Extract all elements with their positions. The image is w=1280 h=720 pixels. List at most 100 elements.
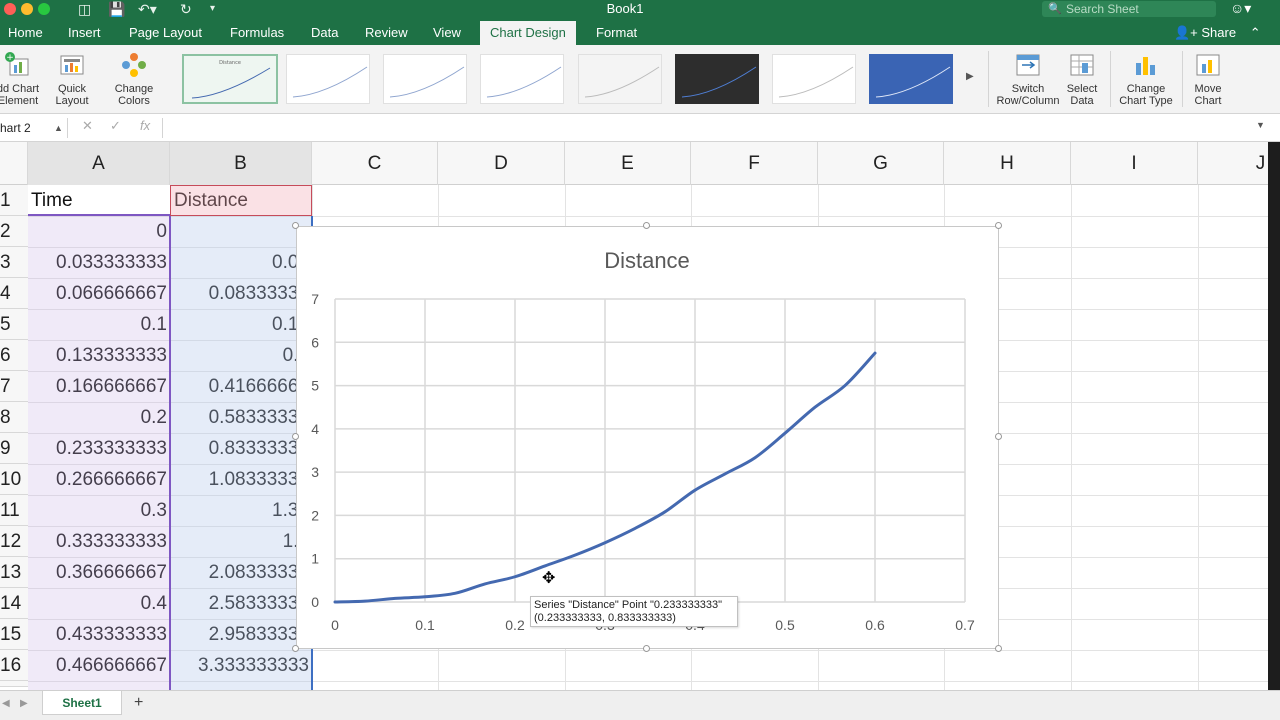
change-chart-type-button[interactable]: Change Chart Type: [1116, 51, 1176, 107]
select-data-icon: [1068, 51, 1096, 79]
confirm-entry-icon[interactable]: ✓: [110, 118, 121, 134]
formula-input[interactable]: [170, 118, 1250, 138]
collapse-ribbon-icon[interactable]: ⌃: [1250, 25, 1261, 40]
tab-data[interactable]: Data: [301, 21, 348, 45]
chart-style-3[interactable]: [383, 54, 467, 104]
undo-icon[interactable]: ↶▾: [138, 0, 157, 18]
redo-icon[interactable]: ↻: [180, 0, 192, 18]
select-all-corner[interactable]: [0, 142, 28, 185]
row-header[interactable]: 15: [0, 619, 28, 650]
move-chart-icon: [1194, 51, 1222, 79]
tab-page-layout[interactable]: Page Layout: [119, 21, 212, 45]
chart-style-5[interactable]: [578, 54, 662, 104]
customize-toolbar-icon[interactable]: ▾: [210, 0, 215, 18]
y-tick-label: 3: [311, 464, 319, 480]
feedback-smiley-icon[interactable]: ☺▾: [1230, 0, 1251, 17]
column-header-e[interactable]: E: [565, 142, 691, 185]
chart-style-2[interactable]: [286, 54, 370, 104]
chart-resize-handle[interactable]: [292, 433, 299, 440]
row-header[interactable]: 13: [0, 557, 28, 588]
select-data-button[interactable]: Select Data: [1060, 51, 1104, 107]
move-chart-button[interactable]: Move Chart: [1188, 51, 1228, 107]
add-chart-element-button[interactable]: + dd Chart Element: [0, 51, 44, 107]
tab-chart-design[interactable]: Chart Design: [480, 21, 576, 45]
chart-style-4[interactable]: [480, 54, 564, 104]
insert-function-icon[interactable]: fx: [140, 118, 150, 133]
header-cell-time[interactable]: Time: [31, 185, 170, 216]
column-header-h[interactable]: H: [944, 142, 1071, 185]
prev-sheet-icon[interactable]: ◀: [2, 698, 10, 709]
chart-style-7[interactable]: [772, 54, 856, 104]
chart-resize-handle[interactable]: [995, 222, 1002, 229]
tab-review[interactable]: Review: [355, 21, 418, 45]
row-header[interactable]: [0, 681, 28, 687]
gallery-next-icon[interactable]: ▶: [966, 71, 974, 82]
column-header-a[interactable]: A: [28, 142, 170, 185]
document-title: Book1: [606, 1, 644, 16]
column-header-f[interactable]: F: [691, 142, 818, 185]
chart-style-1[interactable]: Distance: [182, 54, 278, 104]
row-header[interactable]: 5: [0, 309, 28, 340]
vertical-scrollbar[interactable]: [1268, 142, 1280, 690]
chart-style-8[interactable]: [869, 54, 953, 104]
column-header-g[interactable]: G: [818, 142, 944, 185]
row-header[interactable]: 12: [0, 526, 28, 557]
row-header[interactable]: 9: [0, 433, 28, 464]
y-tick-label: 1: [311, 551, 319, 567]
change-colors-button[interactable]: Change Colors: [108, 51, 160, 107]
chart-resize-handle[interactable]: [292, 222, 299, 229]
switch-row-column-button[interactable]: Switch Row/Column: [996, 51, 1060, 107]
next-sheet-icon[interactable]: ▶: [20, 698, 28, 709]
tab-insert[interactable]: Insert: [58, 21, 111, 45]
chart-resize-handle[interactable]: [643, 645, 650, 652]
row-header[interactable]: 4: [0, 278, 28, 309]
row-header[interactable]: 14: [0, 588, 28, 619]
expand-formula-bar-icon[interactable]: ▼: [1256, 120, 1265, 130]
row-header[interactable]: 16: [0, 650, 28, 681]
switch-row-column-icon: [1014, 51, 1042, 79]
column-header-b[interactable]: B: [170, 142, 312, 185]
row-header[interactable]: 11: [0, 495, 28, 526]
change-chart-type-icon: [1132, 51, 1160, 79]
tab-format[interactable]: Format: [586, 21, 647, 45]
share-label: Share: [1201, 25, 1237, 40]
chart-resize-handle[interactable]: [995, 433, 1002, 440]
name-box-stepper-icon[interactable]: ▲: [54, 118, 63, 138]
switch-row-column-label: Switch Row/Column: [996, 83, 1060, 107]
svg-text:Distance: Distance: [219, 60, 241, 66]
name-box[interactable]: hart 2 ▲: [0, 118, 68, 138]
y-tick-label: 7: [311, 291, 319, 307]
row-header[interactable]: 3: [0, 247, 28, 278]
sidebar-toggle-icon[interactable]: ◫: [78, 0, 91, 18]
close-window-button[interactable]: [4, 3, 16, 15]
column-header-c[interactable]: C: [312, 142, 438, 185]
add-sheet-button[interactable]: +: [134, 694, 143, 712]
tab-view[interactable]: View: [423, 21, 471, 45]
save-icon[interactable]: 💾: [108, 0, 125, 18]
chart-resize-handle[interactable]: [995, 645, 1002, 652]
zoom-window-button[interactable]: [38, 3, 50, 15]
row-header[interactable]: 2: [0, 216, 28, 247]
row-header[interactable]: 6: [0, 340, 28, 371]
distance-line-chart[interactable]: Distance0123456700.10.20.30.40.50.60.7: [296, 226, 999, 649]
select-data-label: Select Data: [1066, 83, 1098, 107]
change-colors-label: Change Colors: [114, 83, 154, 107]
row-header[interactable]: 7: [0, 371, 28, 402]
row-header[interactable]: 1: [0, 185, 28, 216]
tab-formulas[interactable]: Formulas: [220, 21, 294, 45]
chart-style-6[interactable]: [675, 54, 759, 104]
column-header-i[interactable]: I: [1071, 142, 1198, 185]
chart-resize-handle[interactable]: [643, 222, 650, 229]
row-header[interactable]: 10: [0, 464, 28, 495]
minimize-window-button[interactable]: [21, 3, 33, 15]
series-name-highlight: [170, 185, 312, 216]
chart-resize-handle[interactable]: [292, 645, 299, 652]
quick-layout-button[interactable]: Quick Layout: [48, 51, 96, 107]
tab-home[interactable]: Home: [0, 21, 53, 45]
cancel-entry-icon[interactable]: ✕: [82, 118, 93, 134]
column-header-d[interactable]: D: [438, 142, 565, 185]
search-sheet-input[interactable]: 🔍 Search Sheet: [1042, 1, 1216, 17]
share-button[interactable]: 👤+ Share ⌃: [1174, 21, 1261, 45]
row-header[interactable]: 8: [0, 402, 28, 433]
sheet-tab-sheet1[interactable]: Sheet1: [42, 691, 122, 715]
